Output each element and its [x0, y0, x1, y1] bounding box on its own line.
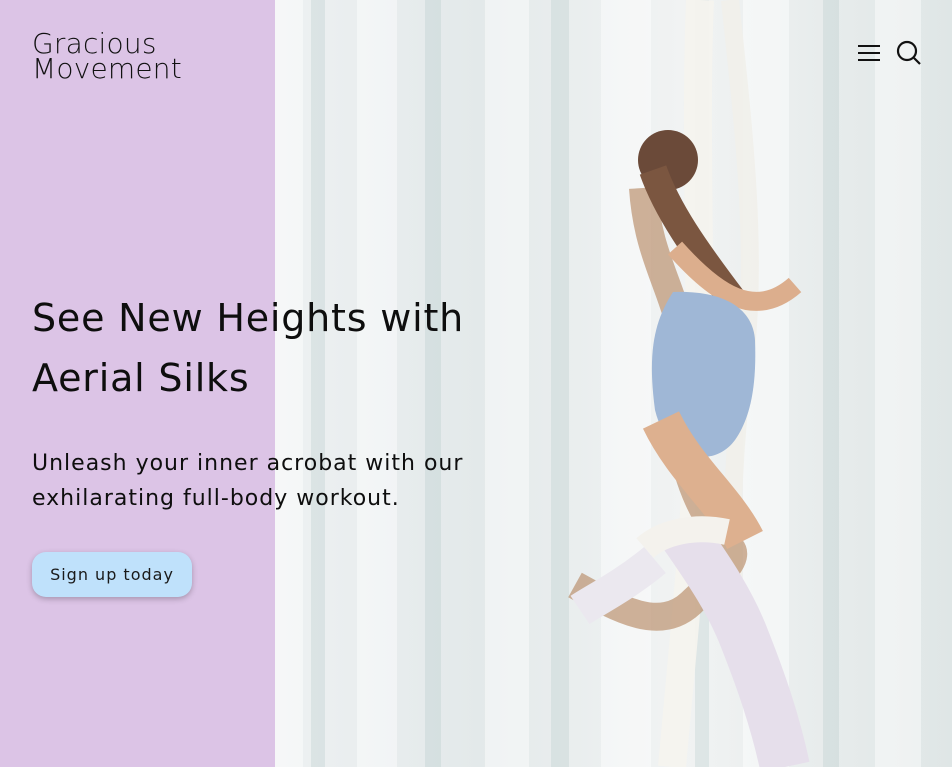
subheadline-line-2: exhilarating full-body workout.	[32, 486, 400, 511]
subheadline-line-1: Unleash your inner acrobat with our	[32, 451, 464, 476]
hero-subheadline: Unleash your inner acrobat with our exhi…	[32, 446, 522, 516]
logo-line-2: Movement	[32, 51, 182, 85]
search-icon[interactable]	[896, 40, 922, 66]
sign-up-button[interactable]: Sign up today	[32, 552, 192, 597]
hero-headline: See New Heights with Aerial Silks	[32, 288, 522, 408]
headline-line-2: Aerial Silks	[32, 356, 250, 400]
page: Gracious Movement See New Heights with A…	[0, 0, 952, 767]
hamburger-menu-icon[interactable]	[856, 40, 882, 66]
header-icons	[856, 40, 922, 66]
headline-line-1: See New Heights with	[32, 296, 465, 340]
brand-logo[interactable]: Gracious Movement	[32, 30, 182, 85]
hero-copy: See New Heights with Aerial Silks Unleas…	[32, 288, 522, 516]
